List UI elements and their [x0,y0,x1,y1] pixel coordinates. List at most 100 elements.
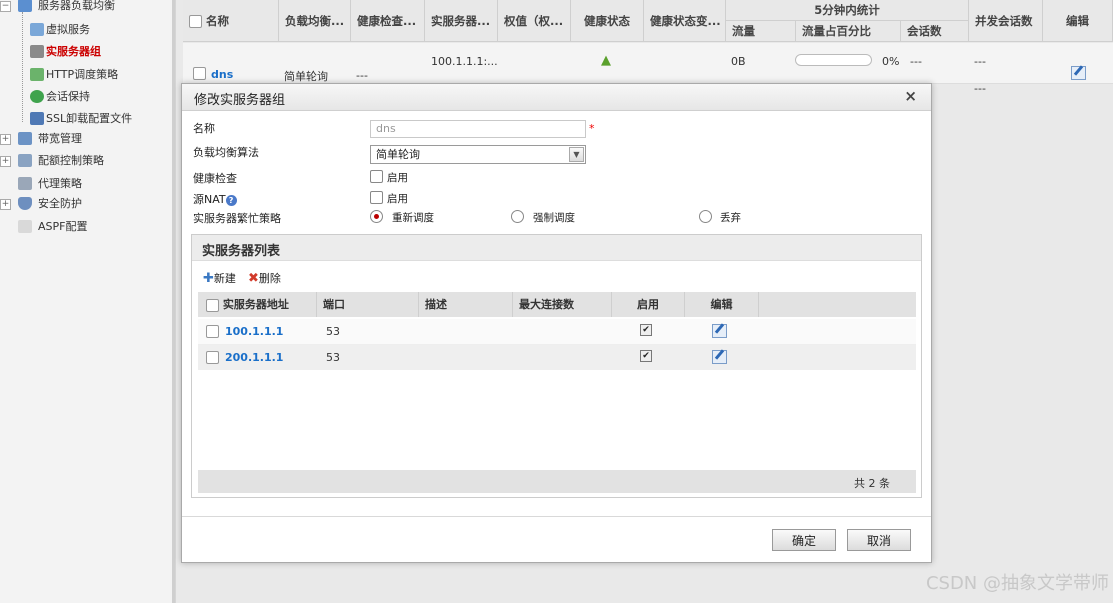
server-grid-header: 实服务器地址 端口 描述 最大连接数 启用 编辑 [198,292,916,317]
dialog-title-bar[interactable]: 修改实服务器组 × [182,84,931,111]
name-label: 名称 [193,122,215,135]
server-address-link[interactable]: 100.1.1.1 [225,325,283,338]
col-address-label: 实服务器地址 [222,298,289,311]
row-checkbox[interactable] [206,325,219,338]
health-enable-label: 启用 [387,172,408,184]
row-edit-icon[interactable] [712,350,727,367]
enabled-checkbox[interactable]: ✔ [640,350,652,362]
sidebar-scrollbar[interactable] [172,0,175,603]
row-algo: 简单轮询 [284,70,328,83]
col-header-concurrent[interactable]: 并发会话数 [969,0,1043,42]
col-header-weight[interactable]: 权值（权... [498,0,571,42]
row-checkbox[interactable] [206,351,219,364]
close-icon[interactable]: × [904,87,917,105]
virtual-service-icon [30,23,44,36]
col-header-sessions[interactable]: 会话数 [901,21,969,42]
row-edit-icon[interactable] [1071,66,1086,83]
col-header-health-change[interactable]: 健康状态变... [644,0,726,42]
row-name-link[interactable]: dns [211,68,233,81]
row-health: --- [356,69,368,82]
algo-label: 负载均衡算法 [193,146,259,159]
select-all-checkbox[interactable] [206,298,219,312]
radio-drop[interactable] [699,210,712,223]
new-label: 新建 [213,272,236,285]
server-port: 53 [326,325,340,338]
col-header-5min-stats: 5分钟内统计 [726,0,969,21]
radio-force-label: 强制调度 [533,212,575,224]
real-server-list-panel: 实服务器列表 ✚新建 ✖删除 实服务器地址 端口 描述 最大连接数 启用 编辑 … [191,234,922,498]
up-arrow-icon: ▲ [601,53,611,68]
table-row[interactable]: 200.1.1.1 53 ✔ [198,345,916,370]
col-edit: 编辑 [685,292,759,317]
sidebar-item-label: 实服务器组 [46,45,101,58]
proxy-icon [18,177,32,190]
table-row[interactable]: 100.1.1.1 53 ✔ [198,319,916,345]
col-header-algo[interactable]: 负载均衡... [279,0,351,42]
delete-label: 删除 [258,272,281,285]
radio-drop-label: 丢弃 [720,212,741,224]
col-enable[interactable]: 启用 [612,292,685,317]
table-row[interactable]: dns 简单轮询 --- 100.1.1.1:... ▲ 0B 0% --- -… [183,43,1113,84]
row-checkbox[interactable] [193,66,206,80]
header-label: 名称 [206,14,230,28]
sidebar: − 服务器负载均衡 虚拟服务 实服务器组 HTTP调度策略 会话保持 SSL卸载… [0,0,176,603]
sidebar-item-label: 会话保持 [46,90,90,103]
sidebar-item-label: 安全防护 [38,197,82,210]
row-edit-icon[interactable] [712,324,727,341]
help-icon[interactable]: ? [225,194,237,206]
expand-icon[interactable]: + [0,134,11,145]
health-label: 健康检查 [193,172,237,185]
chevron-down-icon[interactable]: ▼ [569,147,584,162]
row-concurrent-2: --- [974,82,986,95]
expand-icon[interactable]: + [0,156,11,167]
col-header-traffic[interactable]: 流量 [726,21,796,42]
edit-server-group-dialog: 修改实服务器组 × 名称 dns * 负载均衡算法 简单轮询 ▼ 健康检查 启用… [181,83,932,563]
col-header-health[interactable]: 健康检查... [351,0,425,42]
phone-icon [30,90,44,103]
col-header-health-status[interactable]: 健康状态 [571,0,644,42]
total-count: 共 2 条 [854,477,890,490]
row-sessions: --- [910,55,922,68]
tree-line [22,12,24,122]
col-maxconn[interactable]: 最大连接数 [513,292,612,317]
cancel-button[interactable]: 取消 [847,529,911,551]
col-port[interactable]: 端口 [317,292,419,317]
name-field[interactable]: dns [370,120,586,138]
algo-select[interactable]: 简单轮询 ▼ [370,145,586,164]
radio-force[interactable] [511,210,524,223]
expand-icon[interactable]: + [0,199,11,210]
ssl-icon [30,112,44,125]
dialog-footer-divider [182,516,931,517]
watermark: CSDN @抽象文学带师 [925,573,1109,594]
col-header-name[interactable]: 名称 [183,0,279,42]
http-policy-icon [30,68,44,81]
plus-icon: ✚ [203,271,214,286]
bandwidth-icon [18,132,32,145]
sidebar-item-label: 配额控制策略 [38,154,104,167]
delete-button[interactable]: ✖删除 [248,270,281,286]
snat-label: 源NAT? [193,191,237,207]
server-port: 53 [326,351,340,364]
enabled-checkbox[interactable]: ✔ [640,324,652,336]
algo-select-value: 简单轮询 [376,148,420,161]
col-header-traffic-percent[interactable]: 流量占百分比 [796,21,901,42]
health-enable-checkbox[interactable] [370,170,383,183]
server-address-link[interactable]: 200.1.1.1 [225,351,283,364]
col-desc[interactable]: 描述 [419,292,513,317]
row-concurrent: --- [974,55,986,68]
dialog-title: 修改实服务器组 [194,93,286,108]
snat-enable-label: 启用 [387,193,408,205]
col-address[interactable]: 实服务器地址 [198,292,317,317]
delete-icon: ✖ [248,271,259,286]
busy-policy-label: 实服务器繁忙策略 [193,212,281,225]
ok-button[interactable]: 确定 [772,529,836,551]
radio-reschedule-label: 重新调度 [392,212,434,224]
sidebar-item-label: 代理策略 [38,177,82,190]
select-all-checkbox[interactable] [189,15,202,28]
new-button[interactable]: ✚新建 [203,270,236,286]
snat-enable-checkbox[interactable] [370,191,383,204]
radio-reschedule[interactable] [370,210,383,223]
collapse-icon[interactable]: − [0,1,11,12]
shield-icon [18,197,32,210]
col-header-servers[interactable]: 实服务器... [425,0,498,42]
